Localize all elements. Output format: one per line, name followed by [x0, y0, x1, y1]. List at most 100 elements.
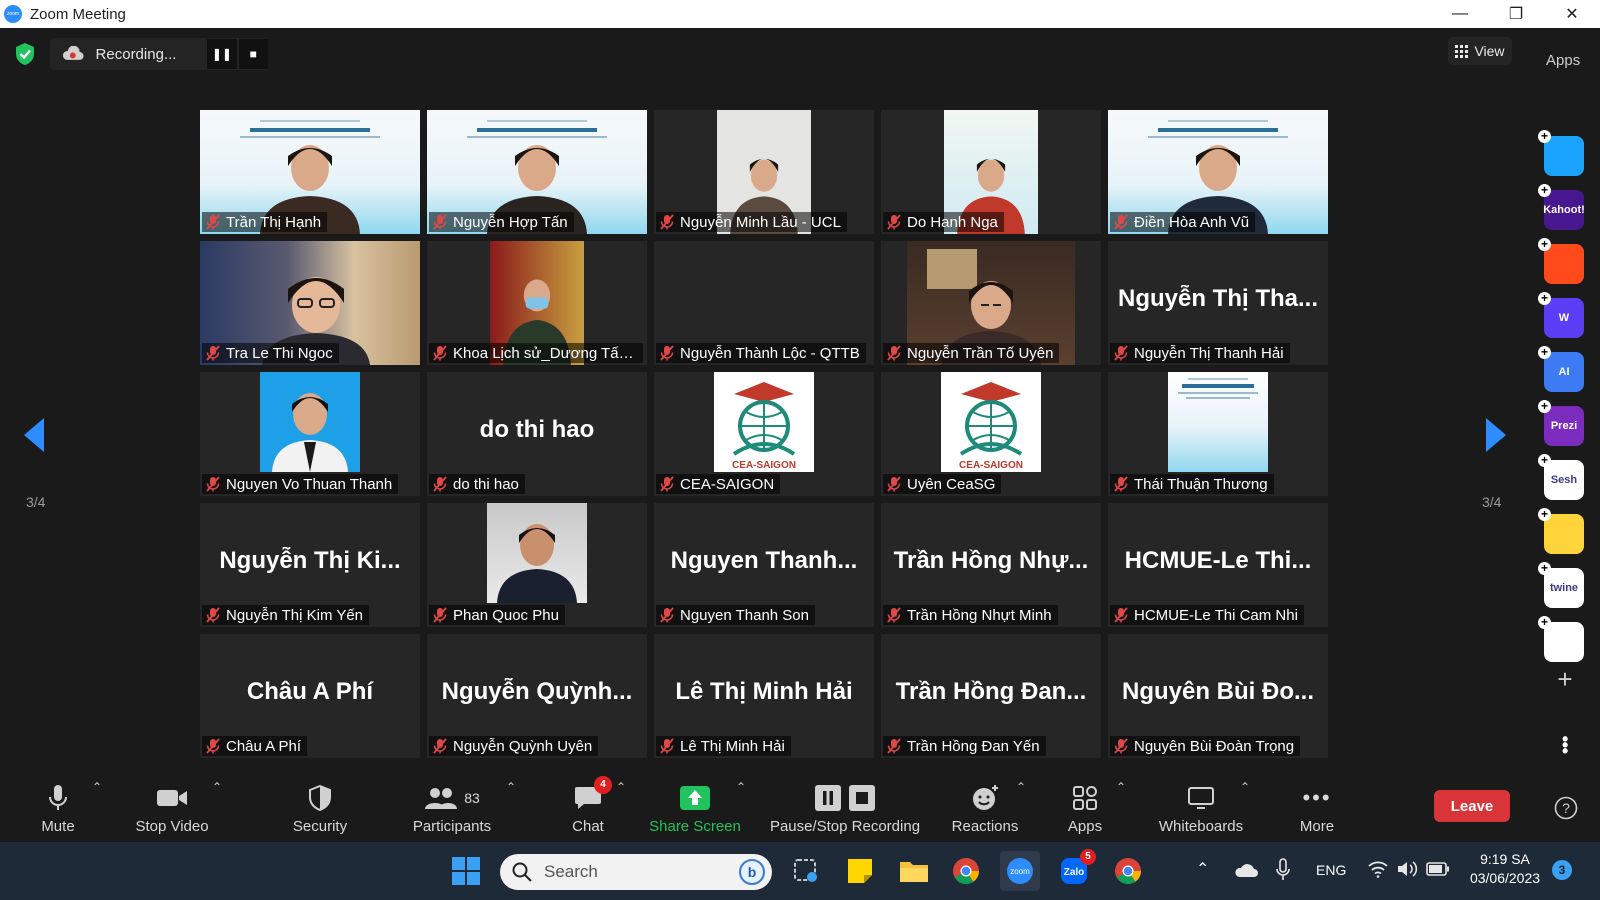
participant-name: Lê Thị Minh Hải	[680, 737, 785, 755]
participant-tile[interactable]: Nguyên Bùi Đo... Nguyên Bùi Đoàn Trọng	[1108, 634, 1328, 758]
kahoot-app-icon[interactable]: + Kahoot!	[1538, 184, 1585, 230]
participant-tile[interactable]: Tra Le Thi Ngoc	[200, 241, 420, 365]
participant-tile[interactable]: Châu A Phí Châu A Phí	[200, 634, 420, 758]
add-app-plus-icon: +	[1538, 130, 1551, 143]
participant-display-name: HCMUE-Le Thi...	[1124, 547, 1312, 574]
apps-button[interactable]: Apps	[1060, 774, 1110, 842]
search-placeholder: Search	[544, 862, 598, 881]
close-icon[interactable]: ✕	[1544, 0, 1600, 28]
mic-muted-icon	[206, 607, 220, 623]
chat-options-chevron-icon[interactable]: ⌃	[616, 780, 626, 794]
volume-icon[interactable]	[1396, 860, 1418, 878]
audio-options-chevron-icon[interactable]: ⌃	[92, 780, 102, 794]
apps-options-chevron-icon[interactable]: ⌃	[1116, 780, 1126, 794]
more-button[interactable]: ••• More	[1292, 774, 1342, 842]
participant-tile[interactable]: CEA-SAIGON CEA-SAIGON	[654, 372, 874, 496]
clock-date[interactable]: 03/06/2023	[1466, 870, 1544, 886]
cea-saigon-logo: CEA-SAIGON	[941, 372, 1041, 472]
help-icon[interactable]: ?	[1554, 796, 1578, 820]
participant-display-name: Nguyên Bùi Đo...	[1122, 678, 1314, 705]
participant-name: Khoa Lịch sử_Dương Tấn ...	[453, 344, 637, 362]
previous-page-arrow-icon[interactable]	[24, 418, 44, 452]
participant-tile[interactable]: Nguyen Thanh... Nguyen Thanh Son	[654, 503, 874, 627]
participant-tile[interactable]: Nguyễn Minh Lầu - UCL	[654, 110, 874, 234]
video-options-chevron-icon[interactable]: ⌃	[212, 780, 222, 794]
share-screen-button[interactable]: Share Screen	[648, 774, 742, 842]
prezi-app-icon[interactable]: + Prezi	[1538, 400, 1584, 446]
leave-button[interactable]: Leave	[1434, 790, 1510, 822]
app-5-app-icon[interactable]: + AI	[1538, 346, 1584, 392]
reactions-button[interactable]: Reactions	[950, 774, 1020, 842]
whiteboards-options-chevron-icon[interactable]: ⌃	[1240, 780, 1250, 794]
participant-tile[interactable]: Điền Hòa Anh Vũ	[1108, 110, 1328, 234]
participants-options-chevron-icon[interactable]: ⌃	[506, 780, 516, 794]
onedrive-cloud-icon[interactable]	[1234, 862, 1258, 878]
notification-count-badge[interactable]: 3	[1552, 860, 1572, 880]
restore-icon[interactable]: ❐	[1488, 0, 1544, 28]
mic-muted-icon	[660, 476, 674, 492]
security-shield-icon[interactable]	[14, 42, 36, 66]
battery-icon[interactable]	[1426, 862, 1450, 876]
microphone-tray-icon[interactable]	[1276, 858, 1290, 882]
participant-tile[interactable]: Nguyễn Thành Lộc - QTTB	[654, 241, 874, 365]
stop-recording-button[interactable]: ■	[238, 39, 268, 69]
participant-tile[interactable]: Nguyễn Trần Tố Uyên	[881, 241, 1101, 365]
participant-tile[interactable]: Nguyễn Thị Ki... Nguyễn Thị Kim Yến	[200, 503, 420, 627]
app-10-app-icon[interactable]: +	[1538, 616, 1584, 662]
reactions-label: Reactions	[951, 817, 1019, 835]
participant-tile[interactable]: Nguyễn Hợp Tấn	[427, 110, 647, 234]
mute-button[interactable]: Mute	[30, 774, 86, 842]
security-button[interactable]: Security	[286, 774, 354, 842]
participant-tile[interactable]: CEA-SAIGON Uyên CeaSG	[881, 372, 1101, 496]
snipping-tool-icon[interactable]	[786, 851, 826, 891]
participant-video	[1168, 372, 1268, 472]
chrome-profile-icon[interactable]	[1108, 851, 1148, 891]
app-3-app-icon[interactable]: +	[1538, 238, 1584, 284]
chat-button[interactable]: 4 Chat	[560, 774, 616, 842]
reactions-options-chevron-icon[interactable]: ⌃	[1016, 780, 1026, 794]
mic-muted-icon	[887, 476, 901, 492]
participant-tile[interactable]: Nguyễn Quỳnh... Nguyễn Quỳnh Uyên	[427, 634, 647, 758]
zalo-icon[interactable]: Zalo 5	[1054, 849, 1096, 891]
add-app-icon[interactable]: +	[1554, 666, 1576, 692]
pause-stop-recording-button[interactable]: Pause/Stop Recording	[766, 774, 924, 842]
next-page-arrow-icon[interactable]	[1486, 418, 1506, 452]
view-button[interactable]: View	[1448, 37, 1512, 65]
participant-tile[interactable]: Trần Hồng Nhự... Trần Hồng Nhựt Minh	[881, 503, 1101, 627]
participant-tile[interactable]: Do Hanh Nga	[881, 110, 1101, 234]
participant-tile[interactable]: Phan Quoc Phu	[427, 503, 647, 627]
participant-tile[interactable]: Thái Thuận Thương	[1108, 372, 1328, 496]
wifi-icon[interactable]	[1368, 860, 1388, 878]
participant-tile[interactable]: Trần Hồng Đan... Trần Hồng Đan Yến	[881, 634, 1101, 758]
participant-tile[interactable]: Trần Thị Hạnh	[200, 110, 420, 234]
share-options-chevron-icon[interactable]: ⌃	[736, 780, 746, 794]
input-language[interactable]: ENG	[1316, 862, 1346, 878]
twine-app-icon[interactable]: + twine	[1538, 562, 1584, 608]
stop-video-label: Stop Video	[135, 817, 209, 835]
sticky-notes-icon[interactable]	[840, 851, 880, 891]
participants-button[interactable]: 83 Participants	[406, 774, 498, 842]
stop-video-button[interactable]: Stop Video	[132, 774, 212, 842]
tray-overflow-chevron-icon[interactable]: ⌃	[1196, 859, 1209, 879]
participant-tile[interactable]: Nguyễn Thị Tha... Nguyễn Thị Thanh Hải	[1108, 241, 1328, 365]
mic-muted-icon	[433, 607, 447, 623]
wooclap-app-icon[interactable]: + W	[1538, 292, 1584, 338]
windows-start-icon[interactable]	[446, 851, 486, 891]
file-explorer-icon[interactable]	[894, 851, 934, 891]
participant-tile[interactable]: HCMUE-Le Thi... HCMUE-Le Thi Cam Nhi	[1108, 503, 1328, 627]
chrome-icon[interactable]	[946, 851, 986, 891]
whiteboards-button[interactable]: Whiteboards	[1154, 774, 1248, 842]
sesh-app-icon[interactable]: + Sesh	[1538, 454, 1584, 500]
taskbar-search-box[interactable]: Search b	[500, 854, 772, 890]
participant-tile[interactable]: Khoa Lịch sử_Dương Tấn ...	[427, 241, 647, 365]
minimize-icon[interactable]: —	[1432, 0, 1488, 28]
more-vertical-icon[interactable]: • • •	[1562, 730, 1568, 760]
app-1-app-icon[interactable]: +	[1538, 130, 1584, 176]
zoom-taskbar-icon[interactable]: zoom	[1000, 851, 1040, 891]
participant-tile[interactable]: do thi hao do thi hao	[427, 372, 647, 496]
participant-tile[interactable]: Nguyen Vo Thuan Thanh	[200, 372, 420, 496]
clock-time[interactable]: 9:19 SA	[1466, 851, 1544, 867]
participant-tile[interactable]: Lê Thị Minh Hải Lê Thị Minh Hải	[654, 634, 874, 758]
app-8-app-icon[interactable]: +	[1538, 508, 1584, 554]
pause-recording-button[interactable]: ❚❚	[207, 39, 237, 69]
